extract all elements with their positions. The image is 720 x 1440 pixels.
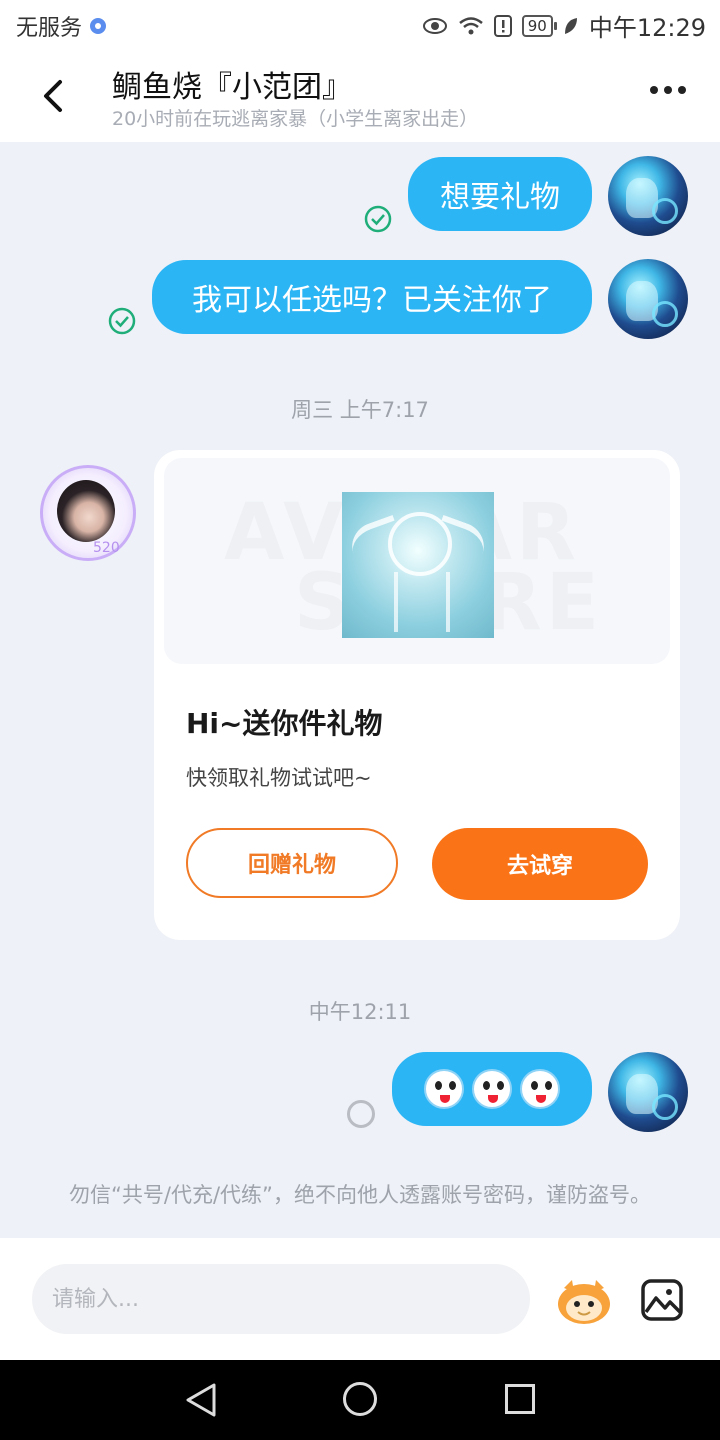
message-text: 想要礼物 <box>440 180 560 215</box>
gift-back-button[interactable]: 回赠礼物 <box>186 828 398 898</box>
chat-subtitle: 20小时前在玩逃离家暴（小学生离家出走） <box>112 108 479 130</box>
gift-item-image <box>342 492 494 638</box>
location-dot-icon <box>90 18 107 34</box>
gift-banner: AVATAR STORE <box>164 458 670 664</box>
contact-photo <box>57 480 115 542</box>
sticker-message-bubble[interactable] <box>392 1052 592 1126</box>
eye-icon <box>422 17 447 34</box>
carrier-label: 无服务 <box>16 16 83 41</box>
security-warning: 勿信“共号/代充/代练”，绝不向他人透露账号密码，谨防盗号。 <box>69 1183 651 1207</box>
message-text: 我可以任选吗？已关注你了 <box>192 283 552 318</box>
battery-icon: 90 <box>521 14 557 37</box>
carrier-status: 无服务 <box>16 10 107 42</box>
input-bar <box>0 1238 720 1360</box>
my-avatar[interactable] <box>608 1052 688 1132</box>
gift-card[interactable]: AVATAR STORE Hi~送你件礼物 快领取礼物试试吧~ 回赠礼物 去试穿 <box>154 450 680 940</box>
gift-card-title: Hi~送你件礼物 <box>186 707 383 740</box>
crying-face-sticker-icon <box>424 1069 464 1109</box>
chat-title: 鲷鱼烧『小范团』 <box>112 70 352 105</box>
crying-face-sticker-icon <box>520 1069 560 1109</box>
message-input[interactable] <box>32 1264 530 1334</box>
try-on-button[interactable]: 去试穿 <box>432 828 648 900</box>
nav-recent-icon[interactable] <box>505 1384 535 1414</box>
message-bubble[interactable]: 我可以任选吗？已关注你了 <box>152 260 592 334</box>
status-bar: 无服务 90 中午12:29 <box>0 0 720 50</box>
my-avatar[interactable] <box>608 259 688 339</box>
status-icons: 90 中午12:29 <box>422 8 706 43</box>
system-nav-bar <box>0 1360 720 1440</box>
message-timestamp: 周三 上午7:17 <box>291 398 429 422</box>
wifi-icon <box>458 16 483 34</box>
message-timestamp: 中午12:11 <box>308 1000 412 1024</box>
clock: 中午12:29 <box>588 14 706 42</box>
more-dots-icon[interactable] <box>650 86 686 94</box>
nav-back-icon[interactable] <box>184 1382 218 1418</box>
nav-home-icon[interactable] <box>343 1382 377 1416</box>
sent-check-icon <box>364 205 392 233</box>
my-avatar[interactable] <box>608 156 688 236</box>
sticker-icon[interactable] <box>554 1276 614 1326</box>
contact-avatar[interactable]: 520 <box>40 465 136 561</box>
image-picker-icon[interactable] <box>640 1278 684 1322</box>
pending-status-icon <box>347 1100 375 1128</box>
leaf-icon <box>564 17 577 34</box>
chat-header: 鲷鱼烧『小范团』 20小时前在玩逃离家暴（小学生离家出走） <box>0 50 720 142</box>
alert-icon <box>493 14 512 37</box>
crying-face-sticker-icon <box>472 1069 512 1109</box>
gift-card-description: 快领取礼物试试吧~ <box>186 766 372 790</box>
sent-check-icon <box>108 307 136 335</box>
message-bubble[interactable]: 想要礼物 <box>408 157 592 231</box>
avatar-frame-tag: 520 <box>93 540 120 556</box>
back-arrow-icon[interactable] <box>30 72 78 120</box>
